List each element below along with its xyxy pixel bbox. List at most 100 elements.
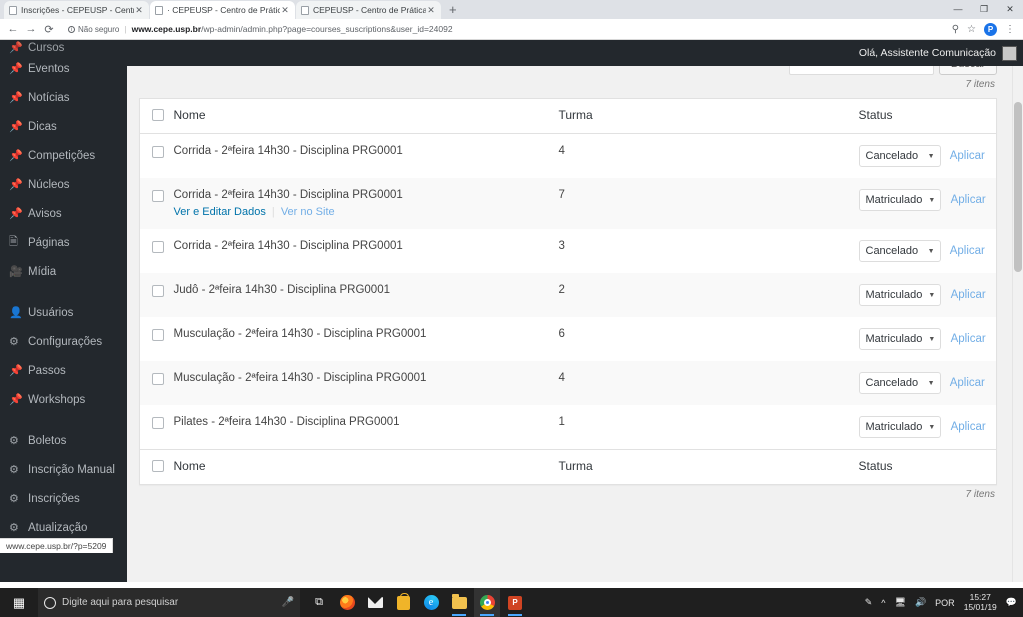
- show-hidden-icons-icon[interactable]: ^: [881, 598, 885, 608]
- store-icon[interactable]: [390, 588, 416, 617]
- close-icon[interactable]: ✕: [134, 5, 144, 16]
- apply-link[interactable]: Aplicar: [951, 194, 986, 206]
- column-footer-turma[interactable]: Turma: [558, 449, 859, 485]
- browser-menu-icon[interactable]: ⋮: [1005, 24, 1015, 35]
- maximize-button[interactable]: ❐: [971, 0, 997, 19]
- address-bar[interactable]: i Não seguro | www.cepe.usp.br/wp-admin/…: [64, 22, 946, 37]
- status-select[interactable]: Cancelado ▼: [858, 145, 941, 167]
- action-center-icon[interactable]: 💬: [1006, 597, 1017, 608]
- admin-bar-greeting[interactable]: Olá, Assistente Comunicação: [859, 47, 996, 59]
- apply-link[interactable]: Aplicar: [951, 289, 986, 301]
- sidebar-item-midia[interactable]: 🎥 Mídia: [0, 257, 127, 286]
- sidebar-item-label: Usuários: [28, 306, 74, 319]
- clock[interactable]: 15:27 15/01/19: [964, 592, 997, 613]
- taskbar-search[interactable]: Digite aqui para pesquisar 🎤: [38, 588, 300, 617]
- microphone-icon[interactable]: 🎤: [282, 597, 294, 608]
- view-on-site-link[interactable]: Ver no Site: [281, 206, 335, 218]
- column-footer-status[interactable]: Status: [858, 449, 997, 485]
- status-select[interactable]: Matriculado ▼: [858, 284, 942, 306]
- sidebar-item-passos[interactable]: 📌 Passos: [0, 356, 127, 385]
- row-checkbox[interactable]: [152, 373, 164, 385]
- edge-icon[interactable]: e: [418, 588, 444, 617]
- sidebar-item-avisos[interactable]: 📌 Avisos: [0, 199, 127, 228]
- table-body: Corrida - 2ªfeira 14h30 - Disciplina PRG…: [139, 134, 997, 450]
- row-nome: Musculação - 2ªfeira 14h30 - Disciplina …: [173, 361, 559, 405]
- apply-link[interactable]: Aplicar: [951, 421, 986, 433]
- chevron-down-icon: ▼: [928, 292, 936, 299]
- security-indicator[interactable]: i Não seguro: [68, 25, 119, 34]
- row-checkbox[interactable]: [152, 190, 164, 202]
- windows-start-icon[interactable]: ▦: [0, 595, 38, 611]
- profile-avatar[interactable]: P: [984, 22, 997, 36]
- select-all-checkbox-footer[interactable]: [152, 460, 164, 472]
- sidebar-item-label: Inscrição Manual: [28, 463, 115, 476]
- minimize-button[interactable]: —: [945, 0, 971, 19]
- new-tab-button[interactable]: +: [442, 3, 464, 17]
- firefox-icon[interactable]: [334, 588, 360, 617]
- sidebar-item-usuarios[interactable]: 👤 Usuários: [0, 298, 127, 327]
- sidebar-item-workshops[interactable]: 📌 Workshops: [0, 385, 127, 414]
- status-select[interactable]: Cancelado ▼: [858, 372, 941, 394]
- sidebar-divider: [0, 286, 127, 298]
- mail-icon[interactable]: [362, 588, 388, 617]
- sidebar-item-cursos[interactable]: 📌 Cursos: [0, 40, 127, 54]
- apply-link[interactable]: Aplicar: [950, 245, 985, 257]
- back-icon[interactable]: ←: [4, 23, 22, 35]
- sidebar-item-paginas[interactable]: 🗎 Páginas: [0, 228, 127, 257]
- reload-icon[interactable]: ⟳: [40, 23, 58, 36]
- column-header-status[interactable]: Status: [858, 98, 997, 134]
- sidebar-item-boletos[interactable]: ⚙ Boletos: [0, 426, 127, 455]
- language-indicator[interactable]: POR: [935, 598, 955, 608]
- column-header-turma[interactable]: Turma: [558, 98, 859, 134]
- column-footer-nome[interactable]: Nome: [173, 449, 559, 485]
- star-icon[interactable]: ☆: [967, 24, 976, 35]
- browser-tab-2[interactable]: · CEPEUSP - Centro de Práticas E ✕: [150, 1, 295, 19]
- powerpoint-icon[interactable]: P: [502, 588, 528, 617]
- row-checkbox[interactable]: [152, 417, 164, 429]
- close-window-button[interactable]: ✕: [997, 0, 1023, 19]
- pin-icon: 📌: [9, 365, 23, 377]
- browser-tab-1[interactable]: Inscrições - CEPEUSP - Centro de ✕: [4, 1, 149, 19]
- sidebar-item-competicoes[interactable]: 📌 Competições: [0, 141, 127, 170]
- status-select[interactable]: Matriculado ▼: [858, 189, 942, 211]
- row-checkbox[interactable]: [152, 285, 164, 297]
- close-icon[interactable]: ✕: [280, 5, 290, 16]
- forward-icon[interactable]: →: [22, 23, 40, 35]
- sidebar-item-label: Notícias: [28, 91, 70, 104]
- sidebar-item-configuracoes[interactable]: ⚙ Configurações: [0, 327, 127, 356]
- sidebar-item-label: Atualização: [28, 521, 88, 534]
- select-all-checkbox[interactable]: [152, 109, 164, 121]
- chrome-icon[interactable]: [474, 588, 500, 617]
- column-header-nome[interactable]: Nome: [173, 98, 559, 134]
- sidebar-item-nucleos[interactable]: 📌 Núcleos: [0, 170, 127, 199]
- pen-icon[interactable]: ✎: [865, 597, 873, 608]
- edit-data-link[interactable]: Ver e Editar Dados: [174, 206, 266, 218]
- sidebar-item-dicas[interactable]: 📌 Dicas: [0, 112, 127, 141]
- status-select[interactable]: Matriculado ▼: [858, 416, 942, 438]
- row-checkbox[interactable]: [152, 241, 164, 253]
- browser-tab-3[interactable]: CEPEUSP - Centro de Práticas Es ✕: [296, 1, 441, 19]
- apply-link[interactable]: Aplicar: [950, 377, 985, 389]
- row-checkbox[interactable]: [152, 329, 164, 341]
- sidebar-item-label: Avisos: [28, 207, 62, 220]
- scrollbar-thumb[interactable]: [1014, 102, 1022, 272]
- sidebar-item-inscricoes[interactable]: ⚙ Inscrições: [0, 484, 127, 513]
- close-icon[interactable]: ✕: [426, 5, 436, 16]
- page-scrollbar[interactable]: [1012, 40, 1023, 582]
- status-select[interactable]: Cancelado ▼: [858, 240, 941, 262]
- volume-icon[interactable]: 🔊: [915, 597, 926, 608]
- apply-link[interactable]: Aplicar: [950, 150, 985, 162]
- sidebar-item-eventos[interactable]: 📌 Eventos: [0, 54, 127, 83]
- status-select[interactable]: Matriculado ▼: [858, 328, 942, 350]
- sidebar-item-inscricao-manual[interactable]: ⚙ Inscrição Manual: [0, 455, 127, 484]
- file-explorer-icon[interactable]: [446, 588, 472, 617]
- windows-taskbar: ▦ Digite aqui para pesquisar 🎤 ⧉ e P ✎ ^…: [0, 588, 1023, 617]
- network-icon[interactable]: 🖥: [895, 597, 906, 608]
- row-checkbox[interactable]: [152, 146, 164, 158]
- task-view-icon[interactable]: ⧉: [306, 588, 332, 617]
- sidebar-item-noticias[interactable]: 📌 Notícias: [0, 83, 127, 112]
- pin-icon: 📌: [9, 394, 23, 406]
- apply-link[interactable]: Aplicar: [951, 333, 986, 345]
- search-icon[interactable]: ⚲: [952, 24, 959, 35]
- avatar[interactable]: [1002, 45, 1017, 61]
